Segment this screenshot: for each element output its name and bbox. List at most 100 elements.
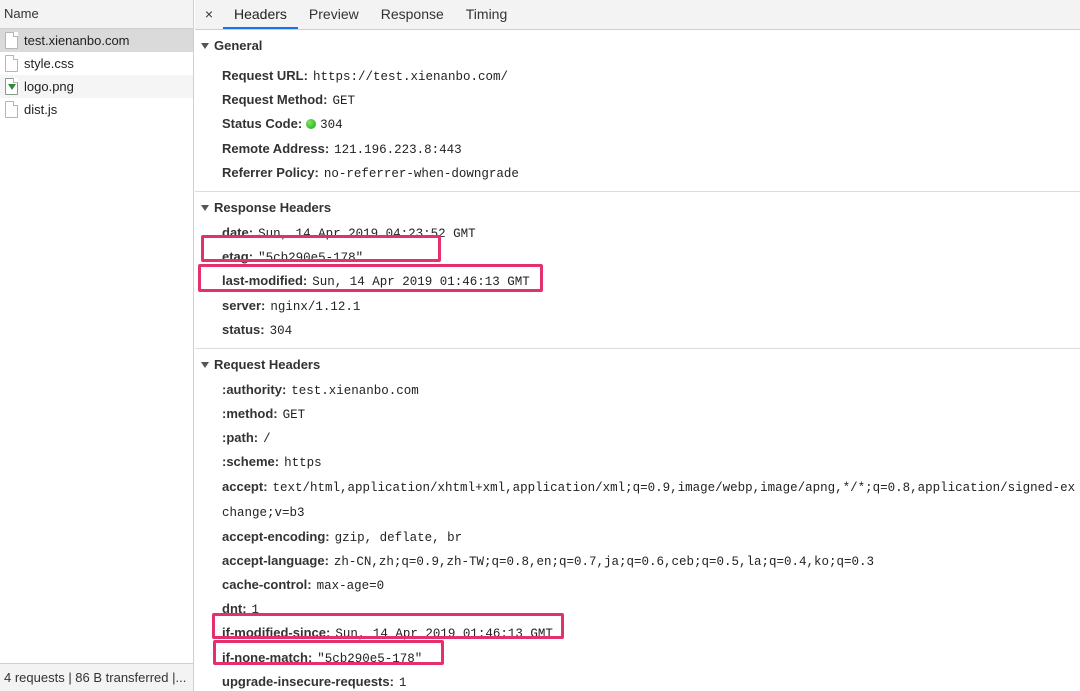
section-title: Response Headers bbox=[214, 199, 332, 215]
header-value: 1 bbox=[398, 675, 407, 690]
header-key: Request URL: bbox=[222, 68, 308, 83]
header-key: accept: bbox=[222, 478, 268, 494]
general-section-toggle[interactable]: General bbox=[195, 30, 1080, 58]
response-headers-toggle[interactable]: Response Headers bbox=[195, 192, 1080, 220]
header-row: last-modified: Sun, 14 Apr 2019 01:46:13 … bbox=[195, 269, 1080, 293]
requests-panel: Name test.xienanbo.com style.css logo.pn… bbox=[0, 0, 194, 691]
request-item-label: style.css bbox=[24, 56, 74, 71]
request-item-label: logo.png bbox=[24, 79, 74, 94]
header-key: :path: bbox=[222, 430, 259, 446]
header-value: Sun, 14 Apr 2019 01:46:13 GMT bbox=[335, 627, 553, 642]
header-row: date: Sun, 14 Apr 2019 04:23:52 GMT bbox=[195, 221, 1080, 245]
response-headers-section: Response Headers date: Sun, 14 Apr 2019 0… bbox=[195, 192, 1080, 348]
name-column-header[interactable]: Name bbox=[0, 0, 193, 29]
general-section: General Request URL: https://test.xienanb… bbox=[195, 30, 1080, 191]
header-row: Request URL: https://test.xienanbo.com/ bbox=[195, 64, 1080, 88]
section-title: Request Headers bbox=[214, 356, 321, 372]
header-value: "5cb290e5-178" bbox=[258, 251, 364, 266]
header-row: :path: / bbox=[195, 426, 1080, 450]
header-key: Status Code: bbox=[222, 116, 303, 132]
header-row: status: 304 bbox=[195, 318, 1080, 342]
header-key: accept-encoding: bbox=[222, 528, 330, 544]
header-value: https://test.xienanbo.com/ bbox=[312, 70, 508, 84]
header-row: accept-encoding: gzip, deflate, br bbox=[195, 525, 1080, 549]
header-key: Remote Address: bbox=[222, 140, 330, 156]
header-key: etag: bbox=[222, 249, 254, 265]
header-value: 1 bbox=[251, 603, 260, 618]
header-row: server: nginx/1.12.1 bbox=[195, 294, 1080, 318]
header-value: 304 bbox=[320, 118, 343, 133]
header-key: Request Method: bbox=[222, 92, 328, 108]
header-row: :method: GET bbox=[195, 402, 1080, 426]
header-value: max-age=0 bbox=[316, 579, 385, 593]
header-row: Request Method: GET bbox=[195, 88, 1080, 112]
header-key: server: bbox=[222, 297, 266, 313]
request-item-dist-js[interactable]: dist.js bbox=[0, 98, 193, 121]
request-item-style-css[interactable]: style.css bbox=[0, 52, 193, 75]
header-value: GET bbox=[332, 94, 355, 109]
header-key: dnt: bbox=[222, 601, 247, 617]
request-headers-toggle[interactable]: Request Headers bbox=[195, 349, 1080, 377]
document-icon bbox=[5, 101, 18, 118]
header-key: last-modified: bbox=[222, 273, 308, 289]
tab-timing[interactable]: Timing bbox=[455, 0, 519, 29]
header-row: Referrer Policy: no-referrer-when-downgra… bbox=[195, 161, 1080, 185]
header-row: upgrade-insecure-requests: 1 bbox=[195, 670, 1080, 691]
request-item-label: test.xienanbo.com bbox=[24, 33, 130, 48]
header-key: date: bbox=[222, 224, 254, 240]
header-key: accept-language: bbox=[222, 552, 329, 568]
status-ok-icon bbox=[306, 119, 317, 130]
header-value: GET bbox=[282, 408, 306, 423]
triangle-down-icon bbox=[201, 43, 209, 49]
triangle-down-icon bbox=[201, 361, 209, 368]
header-value: Sun, 14 Apr 2019 04:23:52 GMT bbox=[258, 226, 476, 241]
header-key: cache-control: bbox=[222, 577, 312, 592]
tab-headers[interactable]: Headers bbox=[223, 0, 298, 29]
close-icon[interactable]: × bbox=[195, 0, 223, 29]
header-key: :authority: bbox=[222, 381, 287, 397]
header-key: if-none-match: bbox=[222, 649, 313, 665]
tab-response[interactable]: Response bbox=[370, 0, 455, 29]
header-value: test.xienanbo.com bbox=[291, 383, 419, 398]
details-panel: × Headers Preview Response Timing Genera… bbox=[195, 0, 1080, 691]
triangle-down-icon bbox=[201, 204, 209, 211]
header-value: 121.196.223.8:443 bbox=[334, 142, 462, 157]
request-item-logo-png[interactable]: logo.png bbox=[0, 75, 193, 98]
header-value: 304 bbox=[269, 323, 293, 338]
header-value: / bbox=[263, 432, 271, 447]
request-item-test-xienanbo[interactable]: test.xienanbo.com bbox=[0, 29, 193, 52]
header-row: Remote Address: 121.196.223.8:443 bbox=[195, 137, 1080, 161]
header-row: cache-control: max-age=0 bbox=[195, 573, 1080, 597]
header-value: gzip, deflate, br bbox=[334, 530, 463, 545]
header-key: upgrade-insecure-requests: bbox=[222, 673, 394, 689]
header-key: :scheme: bbox=[222, 454, 280, 470]
header-value: nginx/1.12.1 bbox=[270, 299, 361, 314]
document-icon bbox=[5, 32, 18, 49]
header-row: accept: text/html,application/xhtml+xml,a… bbox=[195, 475, 1080, 525]
header-value: text/html,application/xhtml+xml,applicat… bbox=[222, 480, 1076, 520]
header-row: dnt: 1 bbox=[195, 597, 1080, 621]
request-headers-section: Request Headers :authority: test.xienanbo… bbox=[195, 349, 1080, 691]
request-item-label: dist.js bbox=[24, 102, 58, 117]
section-title: General bbox=[214, 38, 263, 53]
header-value: no-referrer-when-downgrade bbox=[323, 166, 519, 181]
tab-preview[interactable]: Preview bbox=[298, 0, 370, 29]
tab-bar: × Headers Preview Response Timing bbox=[195, 0, 1080, 30]
image-icon bbox=[5, 78, 18, 95]
document-icon bbox=[5, 55, 18, 72]
header-value: Sun, 14 Apr 2019 01:46:13 GMT bbox=[312, 275, 530, 290]
header-key: Referrer Policy: bbox=[222, 164, 319, 180]
header-row: Status Code: 304 bbox=[195, 112, 1080, 136]
header-row: :scheme: https bbox=[195, 450, 1080, 474]
header-value: "5cb290e5-178" bbox=[317, 651, 423, 666]
header-row: accept-language: zh-CN,zh;q=0.9,zh-TW;q=0… bbox=[195, 549, 1080, 573]
header-row: :authority: test.xienanbo.com bbox=[195, 378, 1080, 402]
header-row: if-none-match: "5cb290e5-178" bbox=[195, 646, 1080, 670]
header-value: https bbox=[284, 456, 322, 471]
header-row: if-modified-since: Sun, 14 Apr 2019 01:46… bbox=[195, 621, 1080, 645]
status-summary: 4 requests | 86 B transferred |... bbox=[0, 663, 193, 691]
header-key: status: bbox=[222, 321, 265, 337]
header-key: if-modified-since: bbox=[222, 625, 331, 641]
header-value: zh-CN,zh;q=0.9,zh-TW;q=0.8,en;q=0.7,ja;q… bbox=[333, 554, 875, 569]
header-key: :method: bbox=[222, 406, 278, 422]
